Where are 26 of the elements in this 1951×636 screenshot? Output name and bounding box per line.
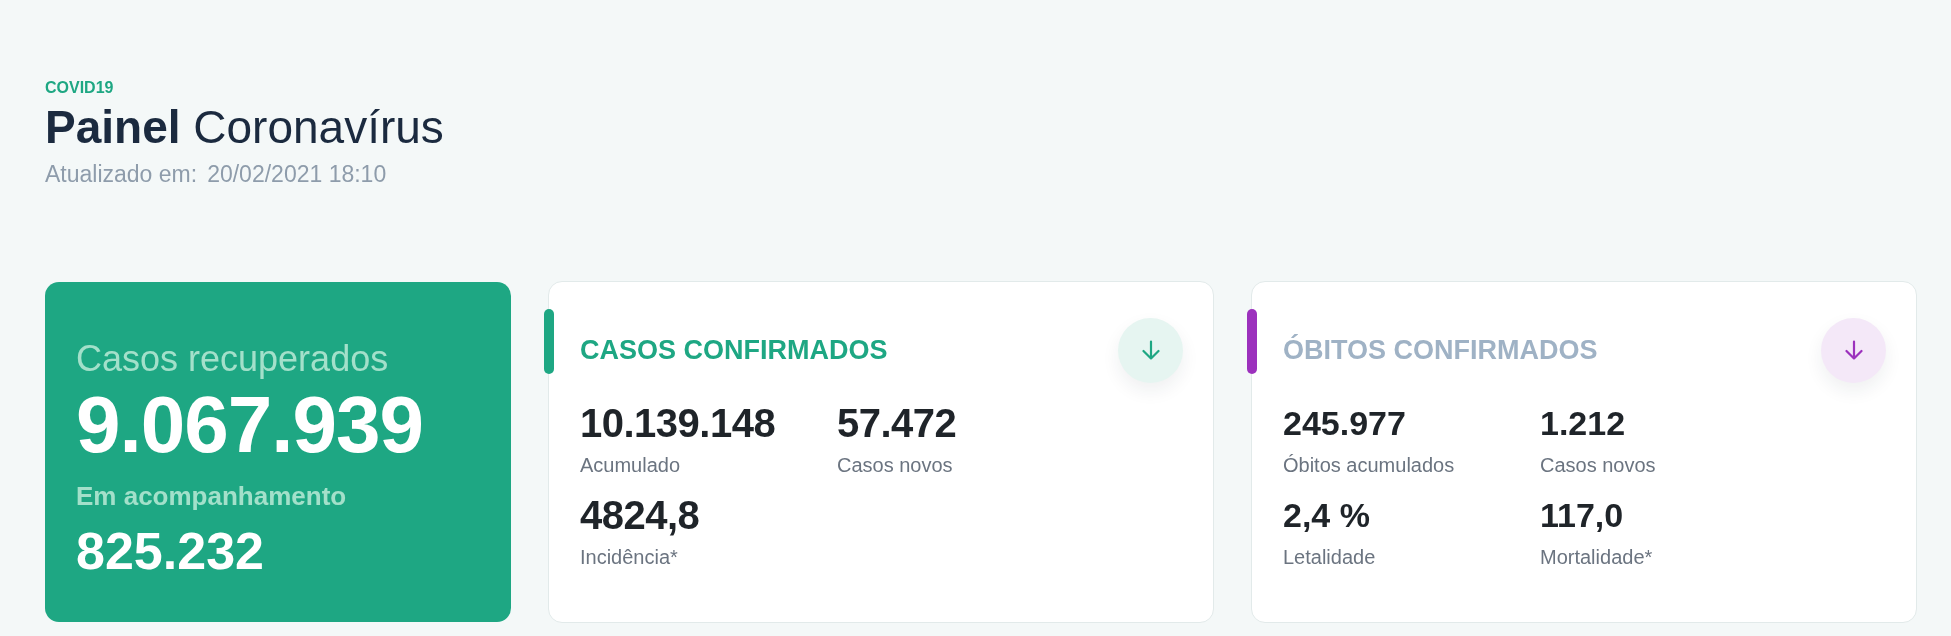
- monitoring-label: Em acompanhamento: [76, 481, 347, 513]
- metric-value: 4824,8: [580, 492, 700, 537]
- metric-label: Acumulado: [580, 452, 681, 477]
- metric-label: Mortalidade*: [1540, 544, 1653, 569]
- metric-label: Letalidade: [1283, 544, 1376, 569]
- metric-value: 10.139.148: [580, 400, 776, 445]
- metric-value: 245.977: [1283, 402, 1406, 444]
- updated-timestamp: 20/02/2021 18:10: [207, 161, 387, 189]
- arrow-down-icon: [1843, 340, 1864, 361]
- recovered-title: Casos recuperados: [76, 336, 389, 381]
- metric-label: Óbitos acumulados: [1283, 452, 1455, 477]
- recovered-count: 9.067.939: [76, 385, 423, 466]
- metric-label: Casos novos: [1540, 452, 1656, 477]
- metric-label: Casos novos: [837, 452, 953, 477]
- page-title: Painel Coronavírus: [45, 100, 444, 156]
- metric-value: 117,0: [1540, 494, 1624, 536]
- updated-label: Atualizado em:: [45, 161, 198, 189]
- metric-value: 1.212: [1540, 402, 1626, 444]
- metric-value: 2,4 %: [1283, 494, 1370, 536]
- section-label: COVID19: [45, 78, 114, 98]
- card-title: CASOS CONFIRMADOS: [580, 334, 888, 367]
- monitoring-count: 825.232: [76, 525, 264, 578]
- metric-label: Incidência*: [580, 544, 678, 569]
- arrow-down-icon: [1140, 340, 1161, 361]
- metric-value: 57.472: [837, 400, 957, 445]
- card-title: ÓBITOS CONFIRMADOS: [1283, 334, 1598, 367]
